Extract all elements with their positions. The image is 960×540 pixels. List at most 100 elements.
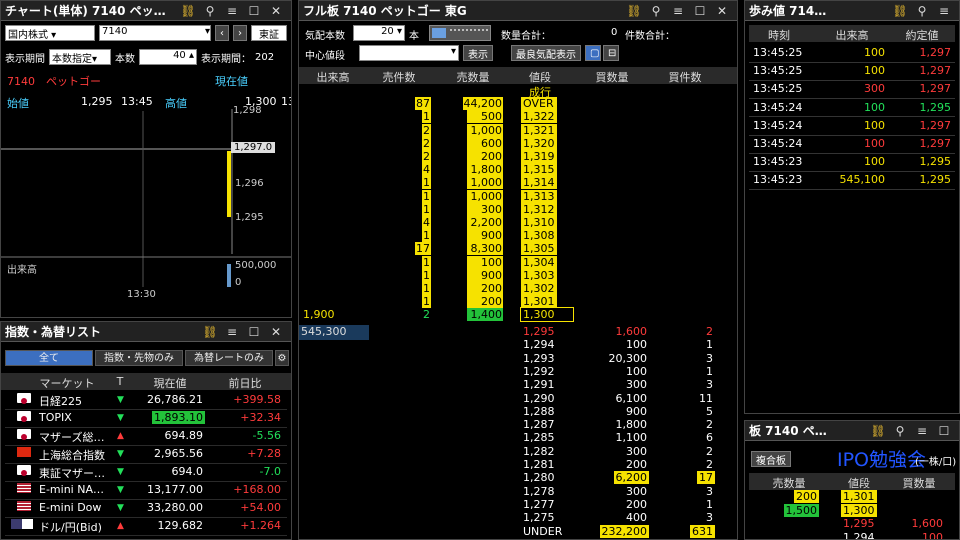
tick-row[interactable]: 13:45:25 100 1,297 — [749, 63, 955, 81]
buy-row[interactable]: 1,277 200 1 — [299, 498, 737, 512]
exchange-field[interactable]: 東証 — [251, 25, 287, 41]
compound-board-button[interactable]: 複合板 — [751, 451, 791, 467]
prev-button[interactable]: ‹ — [215, 25, 229, 41]
maximize-icon[interactable]: ☐ — [689, 4, 711, 18]
maximize-icon[interactable]: ☐ — [243, 4, 265, 18]
single-view-icon[interactable]: ▢ — [585, 45, 601, 61]
menu-icon[interactable]: ≡ — [221, 325, 243, 339]
buy-row[interactable]: 1,278 300 3 — [299, 485, 737, 499]
buy-row[interactable]: 1,291 300 3 — [299, 378, 737, 392]
sell-row[interactable]: 1 900 1,303 — [299, 268, 737, 283]
depth-select[interactable]: 20 ▾ — [353, 25, 405, 41]
sell-row[interactable]: 1 1,000 1,313 — [299, 189, 737, 204]
tab-all[interactable]: 全て — [5, 350, 93, 366]
sell-row[interactable]: 17 8,300 1,305 — [299, 242, 737, 256]
layout-option-2[interactable] — [450, 29, 488, 37]
buy-row[interactable]: 1,275 400 3 — [299, 511, 737, 525]
miniboard-row[interactable]: 1,294 100 — [749, 531, 955, 540]
sell-row[interactable]: 1 100 1,304 — [299, 255, 737, 270]
miniboard-row[interactable]: 200 1,301 — [749, 490, 955, 504]
index-row[interactable]: 日経225 ▼ 26,786.21 +399.58 — [5, 392, 287, 410]
sell-row[interactable]: 成行 — [299, 85, 737, 99]
link-icon[interactable]: ⛓ — [889, 4, 911, 18]
best-quote-button[interactable]: 最良気配表示 — [511, 45, 581, 61]
sell-row[interactable]: 1 200 1,301 — [299, 295, 737, 309]
buy-row[interactable]: 1,287 1,800 2 — [299, 418, 737, 432]
sell-row[interactable]: 2 600 1,320 — [299, 136, 737, 151]
buy-row[interactable]: 1,288 900 5 — [299, 405, 737, 419]
tick-row[interactable]: 13:45:23 545,100 1,295 — [749, 172, 955, 191]
tick-row[interactable]: 13:45:25 300 1,297 — [749, 81, 955, 100]
sell-row[interactable]: 4 2,200 1,310 — [299, 216, 737, 230]
buy-row[interactable]: 1,293 20,300 3 — [299, 352, 737, 366]
miniboard-row[interactable]: 1,295 1,600 — [749, 517, 955, 531]
buy-row[interactable]: 1,282 300 2 — [299, 445, 737, 459]
tick-row[interactable]: 13:45:23 100 1,295 — [749, 154, 955, 172]
tick-price: 1,295 — [919, 100, 952, 114]
close-icon[interactable]: ✕ — [265, 325, 287, 339]
split-view-icon[interactable]: ⊟ — [603, 45, 619, 61]
buy-row[interactable]: 1,290 6,100 11 — [299, 392, 737, 406]
sell-row[interactable]: 87 44,200 OVER — [299, 97, 737, 111]
close-icon[interactable]: ✕ — [265, 4, 287, 18]
index-row[interactable]: 上海総合指数 ▼ 2,965.56 +7.28 — [5, 446, 287, 464]
sell-row[interactable]: 1,900 2 1,400 1,300 — [299, 307, 737, 323]
tick-row[interactable]: 13:45:25 100 1,297 — [749, 45, 955, 63]
show-button[interactable]: 表示 — [463, 45, 493, 61]
code-select[interactable]: 7140 ▾ — [99, 25, 211, 41]
tab-fx[interactable]: 為替レートのみ — [185, 350, 273, 366]
down-arrow-icon: ▼ — [117, 503, 124, 513]
menu-icon[interactable]: ≡ — [933, 4, 955, 18]
tick-row[interactable]: 13:45:24 100 1,297 — [749, 136, 955, 154]
count-stepper[interactable]: 40 ▴ — [139, 49, 197, 65]
close-icon[interactable]: ✕ — [711, 4, 733, 18]
maximize-icon[interactable]: ☐ — [933, 424, 955, 438]
index-row[interactable]: マザーズ総… ▲ 694.89 -5.56 — [5, 428, 287, 446]
buy-row[interactable]: 1,294 100 1 — [299, 338, 737, 352]
menu-icon[interactable]: ≡ — [221, 4, 243, 18]
link-icon[interactable]: ⛓ — [199, 325, 221, 339]
sell-row[interactable]: 4 1,800 1,315 — [299, 163, 737, 177]
tick-row[interactable]: 13:45:24 100 1,297 — [749, 118, 955, 136]
up-arrow-icon: ▲ — [117, 521, 124, 531]
sell-row[interactable]: 2 1,000 1,321 — [299, 123, 737, 138]
market-select[interactable]: 国内株式 ▾ — [5, 25, 95, 41]
link-icon[interactable]: ⛓ — [177, 4, 199, 18]
fullboard-toolbar-2: 中心値段 ▾ 表示 最良気配表示 ▢ ⊟ — [305, 45, 733, 63]
sell-row[interactable]: 1 900 1,308 — [299, 229, 737, 243]
buy-row[interactable]: 1,285 1,100 6 — [299, 431, 737, 445]
index-row[interactable]: ドル/円(Bid) ▲ 129.682 +1.264 — [5, 518, 287, 536]
center-price-input[interactable]: ▾ — [359, 45, 459, 61]
menu-icon[interactable]: ≡ — [667, 4, 689, 18]
index-row[interactable]: E-mini Dow ▼ 33,280.00 +54.00 — [5, 500, 287, 518]
sell-row[interactable]: 1 500 1,322 — [299, 110, 737, 124]
search-icon[interactable]: ⚲ — [911, 4, 933, 18]
layout-toggle[interactable] — [429, 25, 491, 41]
tick-row[interactable]: 13:45:24 100 1,295 — [749, 100, 955, 118]
buy-row[interactable]: 1,292 100 1 — [299, 365, 737, 379]
index-row[interactable]: E-mini NA… ▼ 13,177.00 +168.00 — [5, 482, 287, 500]
col-buy-qty: 買数量 — [595, 71, 629, 84]
search-icon[interactable]: ⚲ — [889, 424, 911, 438]
sell-row[interactable]: 1 200 1,302 — [299, 282, 737, 296]
buy-row[interactable]: 1,280 6,200 17 — [299, 471, 737, 485]
sell-row[interactable]: 1 300 1,312 — [299, 202, 737, 217]
maximize-icon[interactable]: ☐ — [243, 325, 265, 339]
link-icon[interactable]: ⛓ — [623, 4, 645, 18]
gear-icon[interactable]: ⚙ — [275, 350, 289, 366]
buy-row[interactable]: UNDER 232,200 631 — [299, 524, 737, 539]
next-button[interactable]: › — [233, 25, 247, 41]
tab-index-futures[interactable]: 指数・先物のみ — [95, 350, 183, 366]
search-icon[interactable]: ⚲ — [645, 4, 667, 18]
sell-row[interactable]: 1 1,000 1,314 — [299, 176, 737, 190]
period-select[interactable]: 本数指定▾ — [49, 49, 111, 65]
index-row[interactable]: TOPIX ▼ 1,893.10 +32.34 — [5, 410, 287, 428]
buy-row[interactable]: 1,281 200 2 — [299, 458, 737, 472]
miniboard-row[interactable]: 1,500 1,300 — [749, 503, 955, 518]
search-icon[interactable]: ⚲ — [199, 4, 221, 18]
link-icon[interactable]: ⛓ — [867, 424, 889, 438]
index-row[interactable]: 東証マザー… ▼ 694.0 -7.0 — [5, 464, 287, 482]
menu-icon[interactable]: ≡ — [911, 424, 933, 438]
sell-row[interactable]: 2 200 1,319 — [299, 150, 737, 164]
layout-option-1[interactable] — [432, 28, 446, 38]
